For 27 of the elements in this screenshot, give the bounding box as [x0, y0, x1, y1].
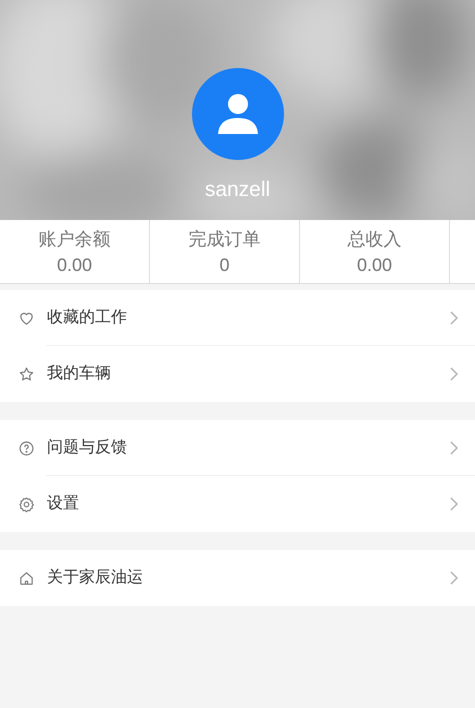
menu-item[interactable]: 收藏的工作 — [0, 290, 475, 346]
home-icon — [18, 570, 35, 586]
menu-item[interactable]: 问题与反馈 — [0, 420, 475, 476]
settings-icon — [18, 496, 35, 512]
menu-label: 设置 — [47, 494, 80, 514]
user-icon — [216, 92, 260, 136]
star-icon — [18, 366, 35, 382]
stat-value: 0.00 — [56, 254, 92, 276]
menu-label: 我的车辆 — [47, 364, 112, 384]
menu-item[interactable]: 关于家辰油运 — [0, 550, 475, 606]
chevron-icon — [449, 496, 459, 512]
stat-label: 账户余额 — [38, 228, 110, 250]
menu-item[interactable]: 设置 — [0, 476, 475, 532]
chevron-icon — [449, 570, 459, 586]
menu-item[interactable]: 我的车辆 — [0, 346, 475, 402]
stat-label: 总收入 — [348, 228, 402, 250]
stat-label: 完成订单 — [188, 228, 260, 250]
chevron-icon — [449, 440, 459, 456]
menu-label: 问题与反馈 — [47, 438, 128, 458]
stat-value: 0 — [219, 254, 230, 276]
help-icon — [18, 440, 35, 456]
stat-value: 0.00 — [356, 254, 392, 276]
username: sanzell — [204, 177, 270, 203]
chevron-icon — [449, 310, 459, 326]
menu-label: 收藏的工作 — [47, 308, 128, 328]
menu-label: 关于家辰油运 — [47, 568, 144, 588]
chevron-icon — [449, 366, 459, 382]
